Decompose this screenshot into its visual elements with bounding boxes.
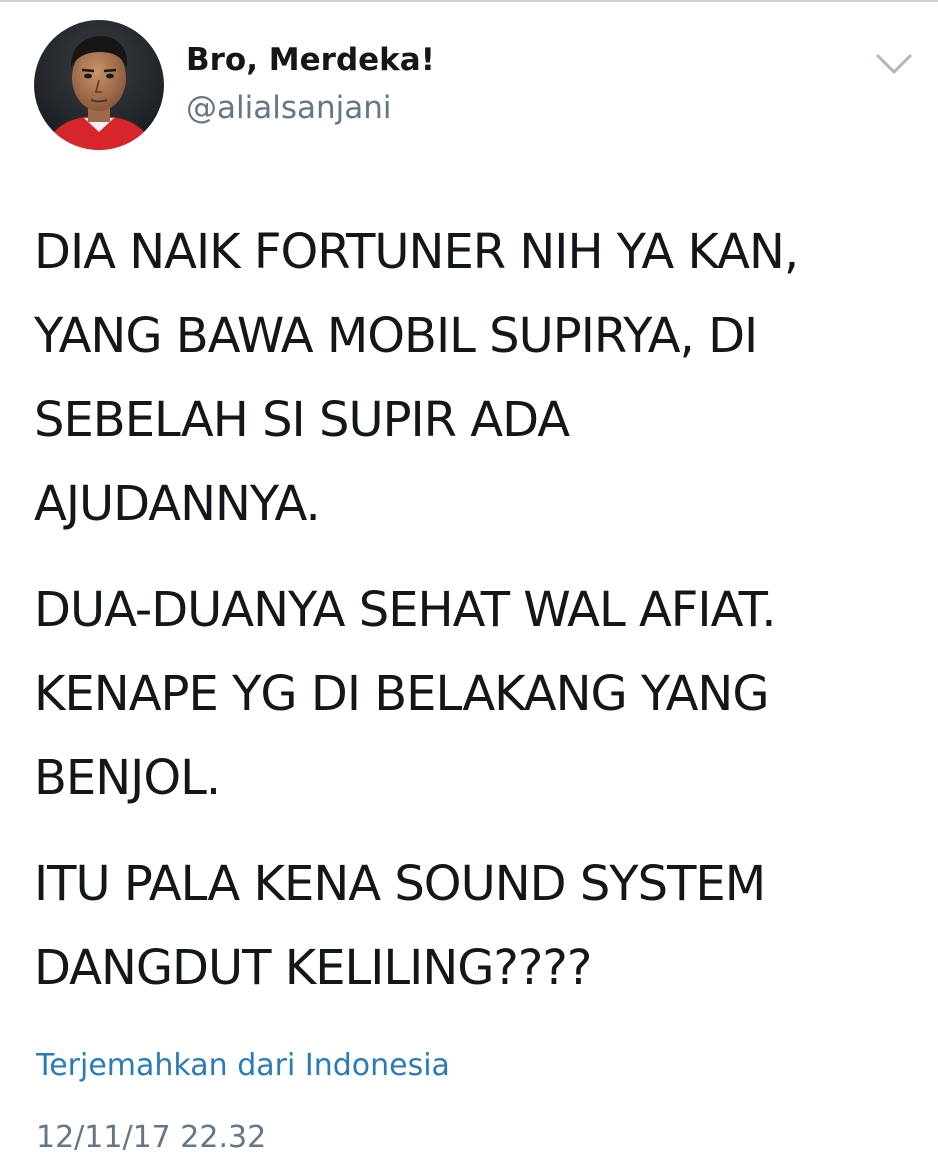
profile-photo-avatar bbox=[34, 20, 164, 150]
tweet-text: DIA NAIK FORTUNER NIH YA KAN, YANG BAWA … bbox=[34, 210, 934, 1032]
tweet-line: BENJOL. bbox=[34, 750, 221, 806]
tweet-paragraph: DIA NAIK FORTUNER NIH YA KAN, YANG BAWA … bbox=[34, 210, 934, 546]
tweet-paragraph: DUA-DUANYA SEHAT WAL AFIAT. KENAPE YG DI… bbox=[34, 568, 934, 820]
tweet-menu-button[interactable] bbox=[874, 48, 914, 78]
tweet-line: SEBELAH SI SUPIR ADA bbox=[34, 392, 570, 448]
translate-tweet-link[interactable]: Terjemahkan dari Indonesia bbox=[36, 1046, 450, 1086]
top-divider bbox=[0, 0, 938, 2]
tweet-line: DUA-DUANYA SEHAT WAL AFIAT. bbox=[34, 582, 777, 638]
tweet-line: AJUDANNYA. bbox=[34, 476, 321, 532]
tweet-paragraph: ITU PALA KENA SOUND SYSTEM DANGDUT KELIL… bbox=[34, 842, 934, 1010]
tweet-line: ITU PALA KENA SOUND SYSTEM bbox=[34, 856, 766, 912]
tweet-line: DANGDUT KELILING???? bbox=[34, 940, 592, 996]
avatar[interactable] bbox=[34, 20, 164, 150]
tweet-timestamp: 12/11/17 22.32 bbox=[36, 1120, 267, 1155]
chevron-down-icon bbox=[876, 54, 912, 74]
tweet-line: YANG BAWA MOBIL SUPIRYA, DI bbox=[34, 308, 758, 364]
tweet-line: KENAPE YG DI BELAKANG YANG bbox=[34, 666, 770, 722]
user-handle[interactable]: @alialsanjani bbox=[186, 88, 392, 128]
tweet-line: DIA NAIK FORTUNER NIH YA KAN, bbox=[34, 224, 799, 280]
display-name[interactable]: Bro, Merdeka! bbox=[186, 40, 435, 80]
